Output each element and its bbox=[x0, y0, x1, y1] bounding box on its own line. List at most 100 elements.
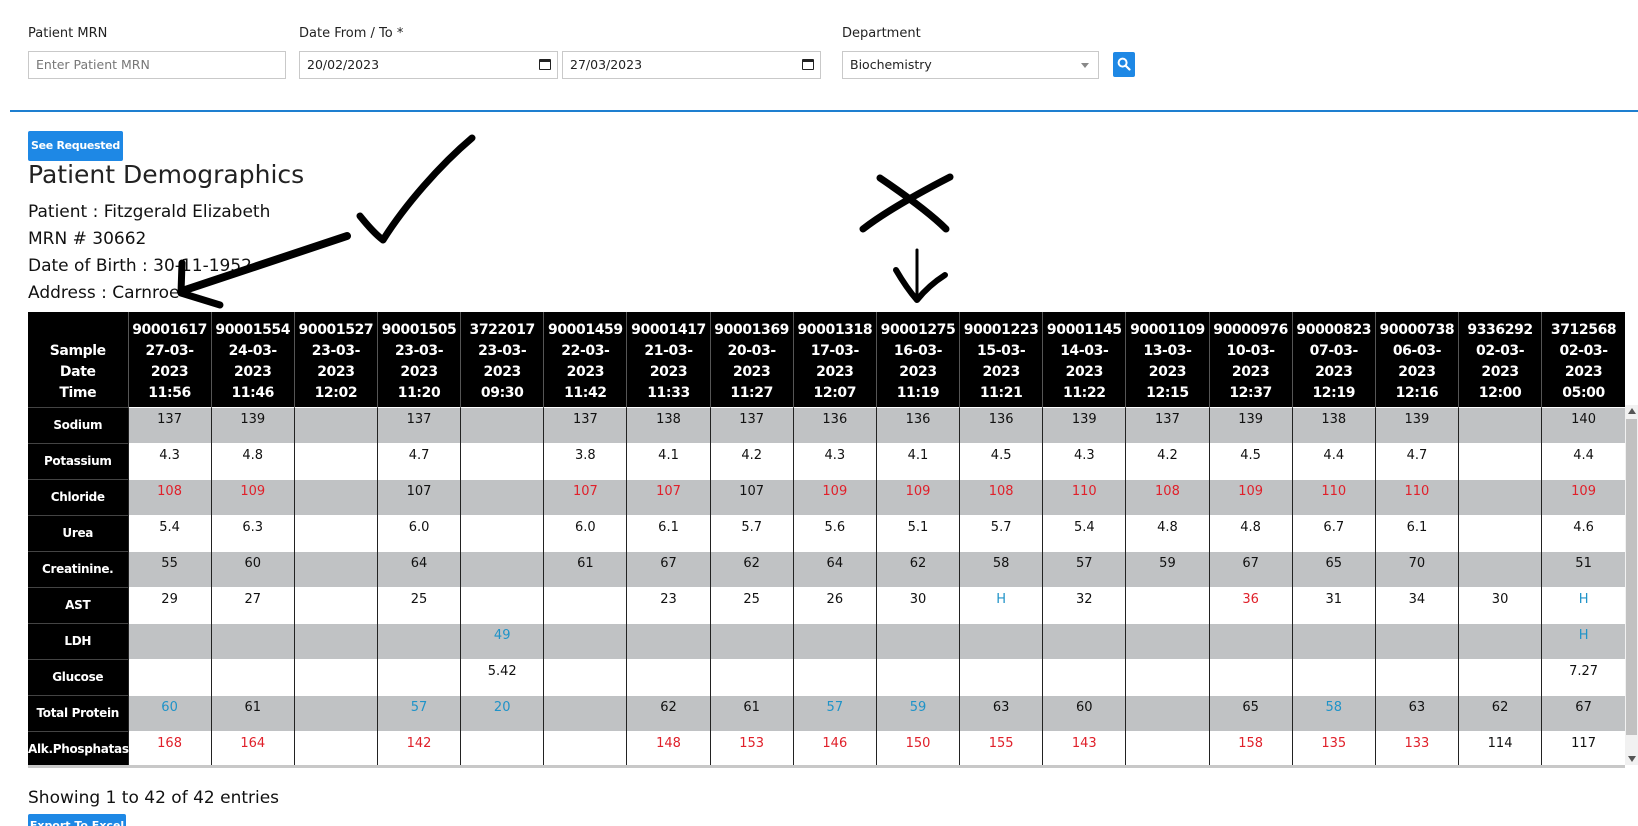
result-cell[interactable]: 6.1 bbox=[1374, 514, 1459, 551]
result-cell[interactable]: 64 bbox=[376, 550, 461, 587]
sample-column-header[interactable]: 90000976 10-03- 2023 12:37 bbox=[1208, 312, 1293, 407]
scroll-up-icon[interactable] bbox=[1628, 408, 1636, 414]
result-cell[interactable]: 114 bbox=[1457, 730, 1542, 765]
result-cell[interactable]: 65 bbox=[1208, 694, 1293, 731]
result-cell[interactable]: 4.1 bbox=[875, 442, 960, 479]
result-cell[interactable]: 5.4 bbox=[1042, 514, 1126, 551]
result-cell[interactable]: 136 bbox=[792, 406, 877, 443]
result-cell[interactable]: H bbox=[959, 586, 1043, 623]
result-cell[interactable]: 4.7 bbox=[1374, 442, 1459, 479]
result-cell[interactable]: 60 bbox=[127, 694, 212, 731]
scroll-down-icon[interactable] bbox=[1628, 756, 1636, 762]
sample-column-header[interactable]: 90001369 20-03- 2023 11:27 bbox=[709, 312, 794, 407]
result-cell[interactable]: 4.5 bbox=[1208, 442, 1293, 479]
result-cell[interactable]: 137 bbox=[376, 406, 461, 443]
result-cell[interactable]: 7.27 bbox=[1541, 658, 1625, 695]
result-cell[interactable]: 34 bbox=[1374, 586, 1459, 623]
result-cell[interactable]: 110 bbox=[1374, 478, 1459, 515]
result-cell[interactable]: H bbox=[1541, 586, 1625, 623]
result-cell[interactable]: 108 bbox=[127, 478, 212, 515]
result-cell[interactable]: 109 bbox=[210, 478, 295, 515]
sample-column-header[interactable]: 90000738 06-03- 2023 12:16 bbox=[1374, 312, 1459, 407]
sample-column-header[interactable]: 90001527 23-03-2023 12:02 bbox=[293, 312, 378, 407]
sample-column-header[interactable]: 90001223 15-03- 2023 11:21 bbox=[959, 312, 1043, 407]
result-cell[interactable]: 108 bbox=[959, 478, 1043, 515]
result-cell[interactable]: 55 bbox=[127, 550, 212, 587]
result-cell[interactable]: 137 bbox=[127, 406, 212, 443]
results-table-container[interactable]: Sample Date Time 90001617 27-03-2023 11:56 900… bbox=[28, 312, 1625, 768]
result-cell[interactable]: 59 bbox=[1125, 550, 1210, 587]
result-cell[interactable]: 58 bbox=[959, 550, 1043, 587]
result-cell[interactable]: 4.8 bbox=[1208, 514, 1293, 551]
result-cell[interactable]: 133 bbox=[1374, 730, 1459, 765]
sample-column-header[interactable]: 90000823 07-03-2023 12:19 bbox=[1291, 312, 1376, 407]
result-cell[interactable]: 58 bbox=[1291, 694, 1376, 731]
sample-column-header[interactable]: 9336292 02-03- 2023 12:00 bbox=[1457, 312, 1542, 407]
result-cell[interactable]: 5.1 bbox=[875, 514, 960, 551]
result-cell[interactable]: 5.6 bbox=[792, 514, 877, 551]
result-cell[interactable]: 27 bbox=[210, 586, 295, 623]
result-cell[interactable]: 138 bbox=[626, 406, 711, 443]
result-cell[interactable]: 57 bbox=[1042, 550, 1126, 587]
sample-column-header[interactable]: 90001459 22-03- 2023 11:42 bbox=[543, 312, 627, 407]
result-cell[interactable]: 4.3 bbox=[127, 442, 212, 479]
result-cell[interactable]: 108 bbox=[1125, 478, 1210, 515]
result-cell[interactable]: 107 bbox=[709, 478, 794, 515]
result-cell[interactable]: 146 bbox=[792, 730, 877, 765]
result-cell[interactable]: 4.6 bbox=[1541, 514, 1625, 551]
result-cell[interactable]: 4.2 bbox=[1125, 442, 1210, 479]
result-cell[interactable]: 62 bbox=[1457, 694, 1542, 731]
sample-column-header[interactable]: 90001318 17-03-2023 12:07 bbox=[792, 312, 877, 407]
result-cell[interactable]: 57 bbox=[376, 694, 461, 731]
result-cell[interactable]: 148 bbox=[626, 730, 711, 765]
result-cell[interactable]: 63 bbox=[959, 694, 1043, 731]
result-cell[interactable]: 153 bbox=[709, 730, 794, 765]
result-cell[interactable]: 65 bbox=[1291, 550, 1376, 587]
result-cell[interactable]: 64 bbox=[792, 550, 877, 587]
result-cell[interactable]: 4.5 bbox=[959, 442, 1043, 479]
result-cell[interactable]: 4.1 bbox=[626, 442, 711, 479]
result-cell[interactable]: 29 bbox=[127, 586, 212, 623]
result-cell[interactable]: 6.3 bbox=[210, 514, 295, 551]
result-cell[interactable]: 155 bbox=[959, 730, 1043, 765]
result-cell[interactable]: 117 bbox=[1541, 730, 1625, 765]
result-cell[interactable]: 4.4 bbox=[1291, 442, 1376, 479]
result-cell[interactable]: 5.7 bbox=[709, 514, 794, 551]
search-button[interactable] bbox=[1113, 52, 1135, 77]
result-cell[interactable]: 32 bbox=[1042, 586, 1126, 623]
result-cell[interactable]: 137 bbox=[709, 406, 794, 443]
result-cell[interactable]: 61 bbox=[210, 694, 295, 731]
result-cell[interactable]: 4.4 bbox=[1541, 442, 1625, 479]
result-cell[interactable]: 4.8 bbox=[1125, 514, 1210, 551]
sample-column-header[interactable]: 90001505 23-03- 2023 11:20 bbox=[376, 312, 461, 407]
result-cell[interactable]: 61 bbox=[543, 550, 627, 587]
result-cell[interactable]: 57 bbox=[792, 694, 877, 731]
result-cell[interactable]: 60 bbox=[210, 550, 295, 587]
mrn-input[interactable]: Enter Patient MRN bbox=[28, 51, 286, 79]
result-cell[interactable]: 6.7 bbox=[1291, 514, 1376, 551]
result-cell[interactable]: 4.7 bbox=[376, 442, 461, 479]
date-from-input[interactable]: 20/02/2023 bbox=[299, 51, 558, 79]
result-cell[interactable]: 135 bbox=[1291, 730, 1376, 765]
result-cell[interactable]: 137 bbox=[1125, 406, 1210, 443]
result-cell[interactable]: 107 bbox=[376, 478, 461, 515]
sample-column-header[interactable]: 3712568 02-03- 2023 05:00 bbox=[1541, 312, 1625, 407]
result-cell[interactable]: 109 bbox=[792, 478, 877, 515]
sample-column-header[interactable]: 90001417 21-03- 2023 11:33 bbox=[626, 312, 711, 407]
result-cell[interactable]: 62 bbox=[875, 550, 960, 587]
sample-column-header[interactable]: 90001145 14-03- 2023 11:22 bbox=[1042, 312, 1126, 407]
export-excel-button[interactable]: Export To Excel bbox=[28, 814, 126, 826]
result-cell[interactable]: 61 bbox=[709, 694, 794, 731]
date-to-input[interactable]: 27/03/2023 bbox=[562, 51, 821, 79]
see-requested-button[interactable]: See Requested bbox=[28, 131, 123, 161]
result-cell[interactable]: 109 bbox=[1208, 478, 1293, 515]
result-cell[interactable]: 143 bbox=[1042, 730, 1126, 765]
result-cell[interactable]: 63 bbox=[1374, 694, 1459, 731]
result-cell[interactable]: 3.8 bbox=[543, 442, 627, 479]
result-cell[interactable]: 5.4 bbox=[127, 514, 212, 551]
result-cell[interactable]: 30 bbox=[875, 586, 960, 623]
calendar-icon[interactable] bbox=[539, 59, 551, 70]
result-cell[interactable]: 25 bbox=[709, 586, 794, 623]
sample-column-header[interactable]: 90001617 27-03-2023 11:56 bbox=[127, 312, 212, 407]
result-cell[interactable]: 6.0 bbox=[543, 514, 627, 551]
